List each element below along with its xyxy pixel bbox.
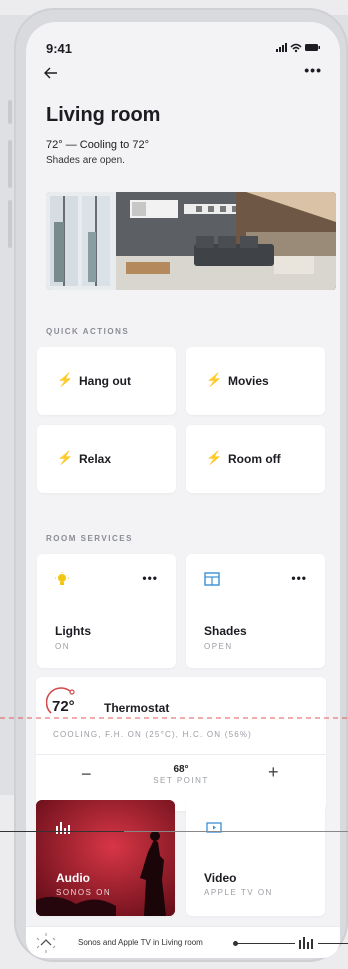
guide-dashed-line (0, 717, 348, 719)
thermostat-temperature: 72° (52, 698, 75, 715)
quick-action-movies[interactable]: ⚡ Movies (186, 347, 325, 415)
guide-line (124, 831, 348, 832)
arrow-left-icon (44, 67, 57, 79)
service-state: ON (55, 642, 70, 651)
shades-status: Shades are open. (46, 155, 125, 166)
media-card-video[interactable]: Video APPLE TV ON (186, 800, 325, 916)
media-state: APPLE TV ON (204, 888, 273, 897)
guide-line (318, 943, 348, 944)
set-point-label: SET POINT (153, 776, 209, 785)
lightbulb-icon (55, 572, 69, 591)
equalizer-icon (56, 822, 70, 834)
service-state: OPEN (204, 642, 233, 651)
set-point-value: 68° (173, 764, 189, 775)
status-bar: 9:41 (46, 40, 320, 56)
now-playing-text: Sonos and Apple TV in Living room (78, 938, 203, 947)
living-room-image (46, 192, 336, 290)
guide-dot (233, 941, 238, 946)
quick-action-label: Relax (79, 452, 112, 466)
back-button[interactable] (44, 64, 58, 84)
quick-action-label: Hang out (79, 374, 131, 388)
media-name: Video (204, 871, 237, 885)
lightning-icon: ⚡ (206, 372, 223, 387)
guide-line (0, 831, 124, 832)
side-button (8, 100, 12, 124)
room-photo (46, 192, 336, 290)
side-button (8, 200, 12, 248)
service-name: Lights (55, 624, 91, 638)
quick-action-label: Movies (228, 374, 269, 388)
status-time: 9:41 (46, 41, 73, 56)
thermostat-title: Thermostat (104, 701, 170, 715)
media-state: SONOS ON (56, 888, 112, 897)
guide-line (235, 943, 295, 944)
media-name: Audio (56, 871, 90, 885)
thermostat-card[interactable]: 72° Thermostat COOLING, F.H. ON (25°C), … (36, 677, 326, 811)
now-playing-bar[interactable]: Sonos and Apple TV in Living room (26, 926, 340, 958)
side-button (8, 140, 12, 188)
service-card-lights[interactable]: ••• Lights ON (37, 554, 176, 668)
room-services-heading: ROOM SERVICES (46, 534, 133, 543)
service-card-shades[interactable]: ••• Shades OPEN (186, 554, 325, 668)
increase-setpoint-button[interactable]: + (268, 762, 279, 783)
signal-wifi-battery-icon (276, 43, 320, 53)
thermostat-details: COOLING, F.H. ON (25°C), H.C. ON (56%) (53, 730, 253, 739)
quick-action-relax[interactable]: ⚡ Relax (37, 425, 176, 493)
quick-action-hang-out[interactable]: ⚡ Hang out (37, 347, 176, 415)
equalizer-icon[interactable] (298, 936, 314, 949)
shades-icon (204, 572, 220, 591)
lightning-icon: ⚡ (206, 450, 223, 465)
app-screen: 9:41 ••• Living room 72° — Cooling to 72… (26, 22, 340, 958)
divider (36, 754, 326, 755)
lightning-icon: ⚡ (57, 450, 74, 465)
temperature-summary: 72° — Cooling to 72° (46, 139, 149, 151)
service-name: Shades (204, 624, 247, 638)
lights-more-button[interactable]: ••• (142, 571, 158, 585)
concert-image (36, 800, 175, 916)
expand-up-icon[interactable] (36, 933, 56, 953)
media-card-audio[interactable]: Audio SONOS ON (36, 800, 175, 916)
more-options-button[interactable]: ••• (304, 62, 322, 78)
page-title: Living room (46, 104, 161, 126)
quick-action-room-off[interactable]: ⚡ Room off (186, 425, 325, 493)
tv-icon (206, 822, 222, 833)
quick-actions-heading: QUICK ACTIONS (46, 327, 130, 336)
shades-more-button[interactable]: ••• (291, 571, 307, 585)
quick-action-label: Room off (228, 452, 281, 466)
lightning-icon: ⚡ (57, 372, 74, 387)
status-icons (276, 42, 320, 56)
